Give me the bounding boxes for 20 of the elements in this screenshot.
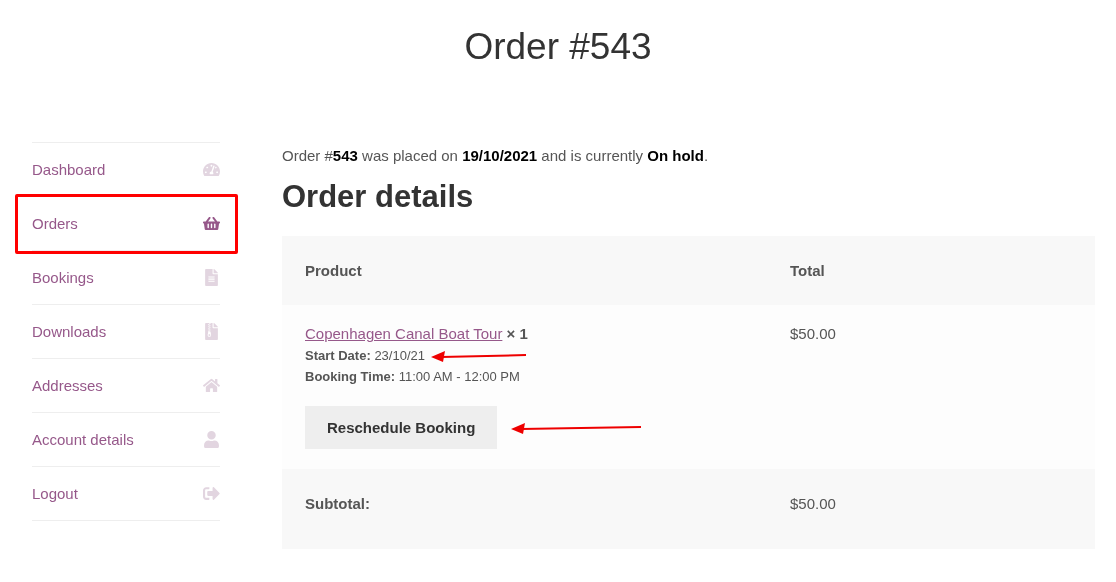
sidebar-item[interactable]: Logout [32, 467, 220, 521]
column-header: Product [304, 261, 363, 281]
page-title: Order #543 [463, 25, 653, 69]
sidebar-item[interactable]: Downloads [32, 305, 220, 359]
meta-line: Booking Time: 11:00 AM - 12:00 PM [305, 369, 520, 384]
subtotal-label: Subtotal: [304, 494, 371, 514]
table-cell-text: $50.00 [789, 494, 837, 514]
reschedule-button[interactable]: Reschedule Booking [305, 406, 498, 449]
section-title: Order details [282, 178, 475, 216]
table-cell-text: $50.00 [789, 324, 837, 344]
sidebar-item[interactable]: Bookings [32, 251, 220, 305]
column-header: Total [789, 261, 826, 281]
sidebar-item[interactable]: Dashboard [32, 143, 220, 197]
product-link[interactable]: Copenhagen Canal Boat Tour [305, 325, 503, 342]
order-notice: Order #543 was placed on 19/10/2021 and is currently On hold. [282, 146, 710, 166]
meta-line: Start Date: 23/10/21 [305, 348, 425, 363]
sidebar-item[interactable]: Addresses [32, 359, 220, 413]
sidebar-item[interactable]: Account details [32, 413, 220, 467]
sidebar-item[interactable]: Orders [32, 197, 220, 251]
quantity: × 1 [506, 325, 528, 342]
